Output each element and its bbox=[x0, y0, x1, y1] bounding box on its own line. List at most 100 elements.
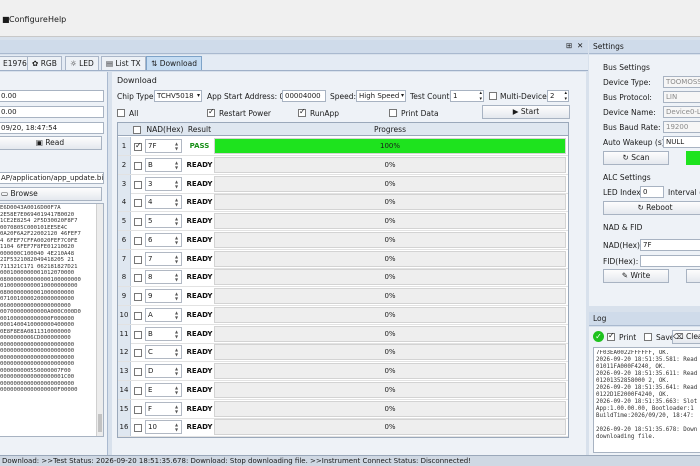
multi-device-checkbox[interactable] bbox=[489, 91, 497, 100]
file-path-field[interactable]: AP/application/app_update.bin bbox=[0, 172, 104, 184]
log-view[interactable]: 7F03EA0022FFFFFF, OK. 2026-09-20 18:51:35… bbox=[593, 347, 700, 453]
row-checkbox[interactable] bbox=[134, 348, 142, 358]
bus-protocol-select[interactable]: LIN bbox=[663, 91, 700, 103]
log-print-checkbox[interactable] bbox=[607, 331, 615, 341]
read-nad-button[interactable] bbox=[686, 269, 700, 283]
row-nad-stepper[interactable]: 9 ▲ ▼ bbox=[145, 289, 182, 303]
row-checkbox[interactable] bbox=[134, 367, 142, 376]
pin-icon[interactable]: ⊞ bbox=[566, 41, 572, 50]
spinner-icon[interactable]: ▲ ▼ bbox=[175, 179, 180, 189]
row-checkbox[interactable] bbox=[134, 273, 142, 283]
row-checkbox[interactable] bbox=[134, 141, 142, 151]
row-checkbox[interactable] bbox=[134, 255, 142, 264]
fid-input[interactable] bbox=[640, 255, 700, 267]
row-nad-stepper[interactable]: 4 ▲ ▼ bbox=[145, 195, 182, 210]
table-row[interactable]: 10 A ▲ ▼ READY 0% bbox=[118, 305, 568, 325]
spinner-icon[interactable]: ▲ ▼ bbox=[175, 235, 180, 245]
table-row[interactable]: 7 7 ▲ ▼ READY 0% bbox=[118, 249, 568, 269]
row-nad-stepper[interactable]: 7 ▲ ▼ bbox=[145, 251, 182, 266]
spinner-icon[interactable]: ▲ ▼ bbox=[175, 329, 180, 339]
row-nad-stepper[interactable]: 3 ▲ ▼ bbox=[145, 176, 182, 191]
spinner-icon[interactable]: ▲ ▼ bbox=[175, 160, 180, 170]
row-checkbox[interactable] bbox=[134, 405, 142, 414]
row-nad-stepper[interactable]: F ▲ ▼ bbox=[145, 401, 182, 416]
led-index-stepper[interactable]: 0 bbox=[640, 186, 664, 198]
app-start-input[interactable]: 00004000 bbox=[282, 90, 326, 102]
device-name-select[interactable]: Device0-LIN bbox=[663, 106, 700, 118]
log-clear-button[interactable]: ⌫ Clear bbox=[672, 330, 700, 344]
tab-list-tx[interactable]: ▤ List TX bbox=[101, 56, 146, 70]
left-field-3[interactable]: 09/20, 18:47:54 bbox=[0, 122, 104, 134]
log-save-checkbox[interactable] bbox=[644, 332, 652, 341]
row-nad-stepper[interactable]: A ▲ ▼ bbox=[145, 307, 182, 322]
row-nad-stepper[interactable]: B ▲ ▼ bbox=[145, 157, 182, 172]
auto-wakeup-select[interactable]: NULL bbox=[663, 136, 700, 148]
row-checkbox[interactable] bbox=[134, 161, 142, 170]
multi-device-stepper[interactable]: 2 ▴ ▾ bbox=[547, 90, 569, 102]
row-nad-stepper[interactable]: B ▲ ▼ bbox=[145, 326, 182, 341]
spinner-icon[interactable]: ▲ ▼ bbox=[175, 197, 180, 207]
menu-configure[interactable]: Configure bbox=[9, 15, 48, 24]
spinner-icon[interactable]: ▲ ▼ bbox=[175, 272, 180, 282]
row-checkbox[interactable] bbox=[134, 217, 142, 226]
table-row[interactable]: 2 B ▲ ▼ READY 0% bbox=[118, 155, 568, 175]
table-row[interactable]: 9 9 ▲ ▼ READY 0% bbox=[118, 287, 568, 306]
device-type-select[interactable]: TOOMOSS bbox=[663, 76, 700, 88]
read-button[interactable]: ▣ Read bbox=[0, 136, 102, 150]
spinner-icon[interactable]: ▴ ▾ bbox=[564, 91, 567, 101]
row-nad-stepper[interactable]: 8 ▲ ▼ bbox=[145, 270, 182, 285]
table-row[interactable]: 14 E ▲ ▼ READY 0% bbox=[118, 380, 568, 400]
row-nad-stepper[interactable]: 6 ▲ ▼ bbox=[145, 232, 182, 247]
scan-button[interactable]: ↻ Scan bbox=[603, 151, 669, 165]
row-checkbox[interactable] bbox=[134, 423, 142, 433]
table-row[interactable]: 5 5 ▲ ▼ READY 0% bbox=[118, 212, 568, 231]
spinner-icon[interactable]: ▲ ▼ bbox=[175, 291, 180, 301]
restart-power-checkbox[interactable] bbox=[207, 107, 215, 117]
all-checkbox[interactable] bbox=[117, 108, 125, 117]
test-count-stepper[interactable]: 1 ▴ ▾ bbox=[450, 90, 484, 102]
nad-input[interactable]: 7F bbox=[640, 239, 700, 251]
write-button[interactable]: ✎ Write bbox=[603, 269, 669, 283]
row-checkbox[interactable] bbox=[134, 330, 142, 339]
table-row[interactable]: 4 4 ▲ ▼ READY 0% bbox=[118, 193, 568, 213]
row-checkbox[interactable] bbox=[134, 292, 142, 301]
table-row[interactable]: 11 B ▲ ▼ READY 0% bbox=[118, 324, 568, 344]
spinner-icon[interactable]: ▲ ▼ bbox=[175, 422, 180, 432]
left-field-2[interactable]: 0.00 bbox=[0, 106, 104, 118]
left-field-1[interactable]: 0.00 bbox=[0, 90, 104, 102]
table-row[interactable]: 6 6 ▲ ▼ READY 0% bbox=[118, 230, 568, 250]
row-checkbox[interactable] bbox=[134, 311, 142, 320]
row-nad-stepper[interactable]: E ▲ ▼ bbox=[145, 382, 182, 397]
spinner-icon[interactable]: ▲ ▼ bbox=[175, 404, 180, 414]
row-checkbox[interactable] bbox=[134, 236, 142, 245]
chip-type-select[interactable]: TCHV5018 ▾ bbox=[154, 90, 202, 102]
browse-button[interactable]: ▭ Browse bbox=[0, 187, 102, 201]
speed-select[interactable]: High Speed ▾ bbox=[356, 90, 406, 102]
spinner-icon[interactable]: ▲ ▼ bbox=[175, 347, 180, 357]
runapp-checkbox[interactable] bbox=[298, 107, 306, 117]
table-row[interactable]: 13 D ▲ ▼ READY 0% bbox=[118, 362, 568, 381]
table-row[interactable]: 1 7F ▲▼ PASS 100% bbox=[118, 137, 568, 156]
hex-view[interactable]: E6D0043A0016D00F7A 2E58E7E0694019417B0020… bbox=[0, 203, 104, 437]
spinner-icon[interactable]: ▲ ▼ bbox=[175, 216, 180, 226]
spinner-icon[interactable]: ▲ ▼ bbox=[175, 310, 180, 320]
menu-help[interactable]: Help bbox=[48, 15, 66, 24]
header-select-all[interactable] bbox=[132, 125, 142, 134]
reboot-button[interactable]: ↻ Reboot bbox=[603, 201, 700, 215]
spinner-icon[interactable]: ▲ ▼ bbox=[175, 254, 180, 264]
tab-rgb[interactable]: ✿ RGB bbox=[27, 56, 62, 70]
table-row[interactable]: 15 F ▲ ▼ READY 0% bbox=[118, 399, 568, 419]
spinner-icon[interactable]: ▲ ▼ bbox=[175, 366, 180, 376]
row-checkbox[interactable] bbox=[134, 198, 142, 208]
spinner-icon[interactable]: ▴ ▾ bbox=[479, 91, 482, 101]
table-row[interactable]: 12 C ▲ ▼ READY 0% bbox=[118, 343, 568, 363]
hex-scrollbar[interactable] bbox=[96, 204, 103, 436]
row-nad-stepper[interactable]: 7F ▲ ▼ bbox=[145, 139, 182, 153]
hex-scroll-thumb[interactable] bbox=[98, 414, 102, 432]
spinner-icon[interactable]: ▲ ▼ bbox=[175, 385, 180, 395]
row-nad-stepper[interactable]: 5 ▲ ▼ bbox=[145, 214, 182, 228]
spinner-icon[interactable]: ▲ ▼ bbox=[175, 141, 180, 151]
table-row[interactable]: 3 3 ▲ ▼ READY 0% bbox=[118, 174, 568, 194]
row-checkbox[interactable] bbox=[134, 180, 142, 189]
row-checkbox[interactable] bbox=[134, 386, 142, 395]
